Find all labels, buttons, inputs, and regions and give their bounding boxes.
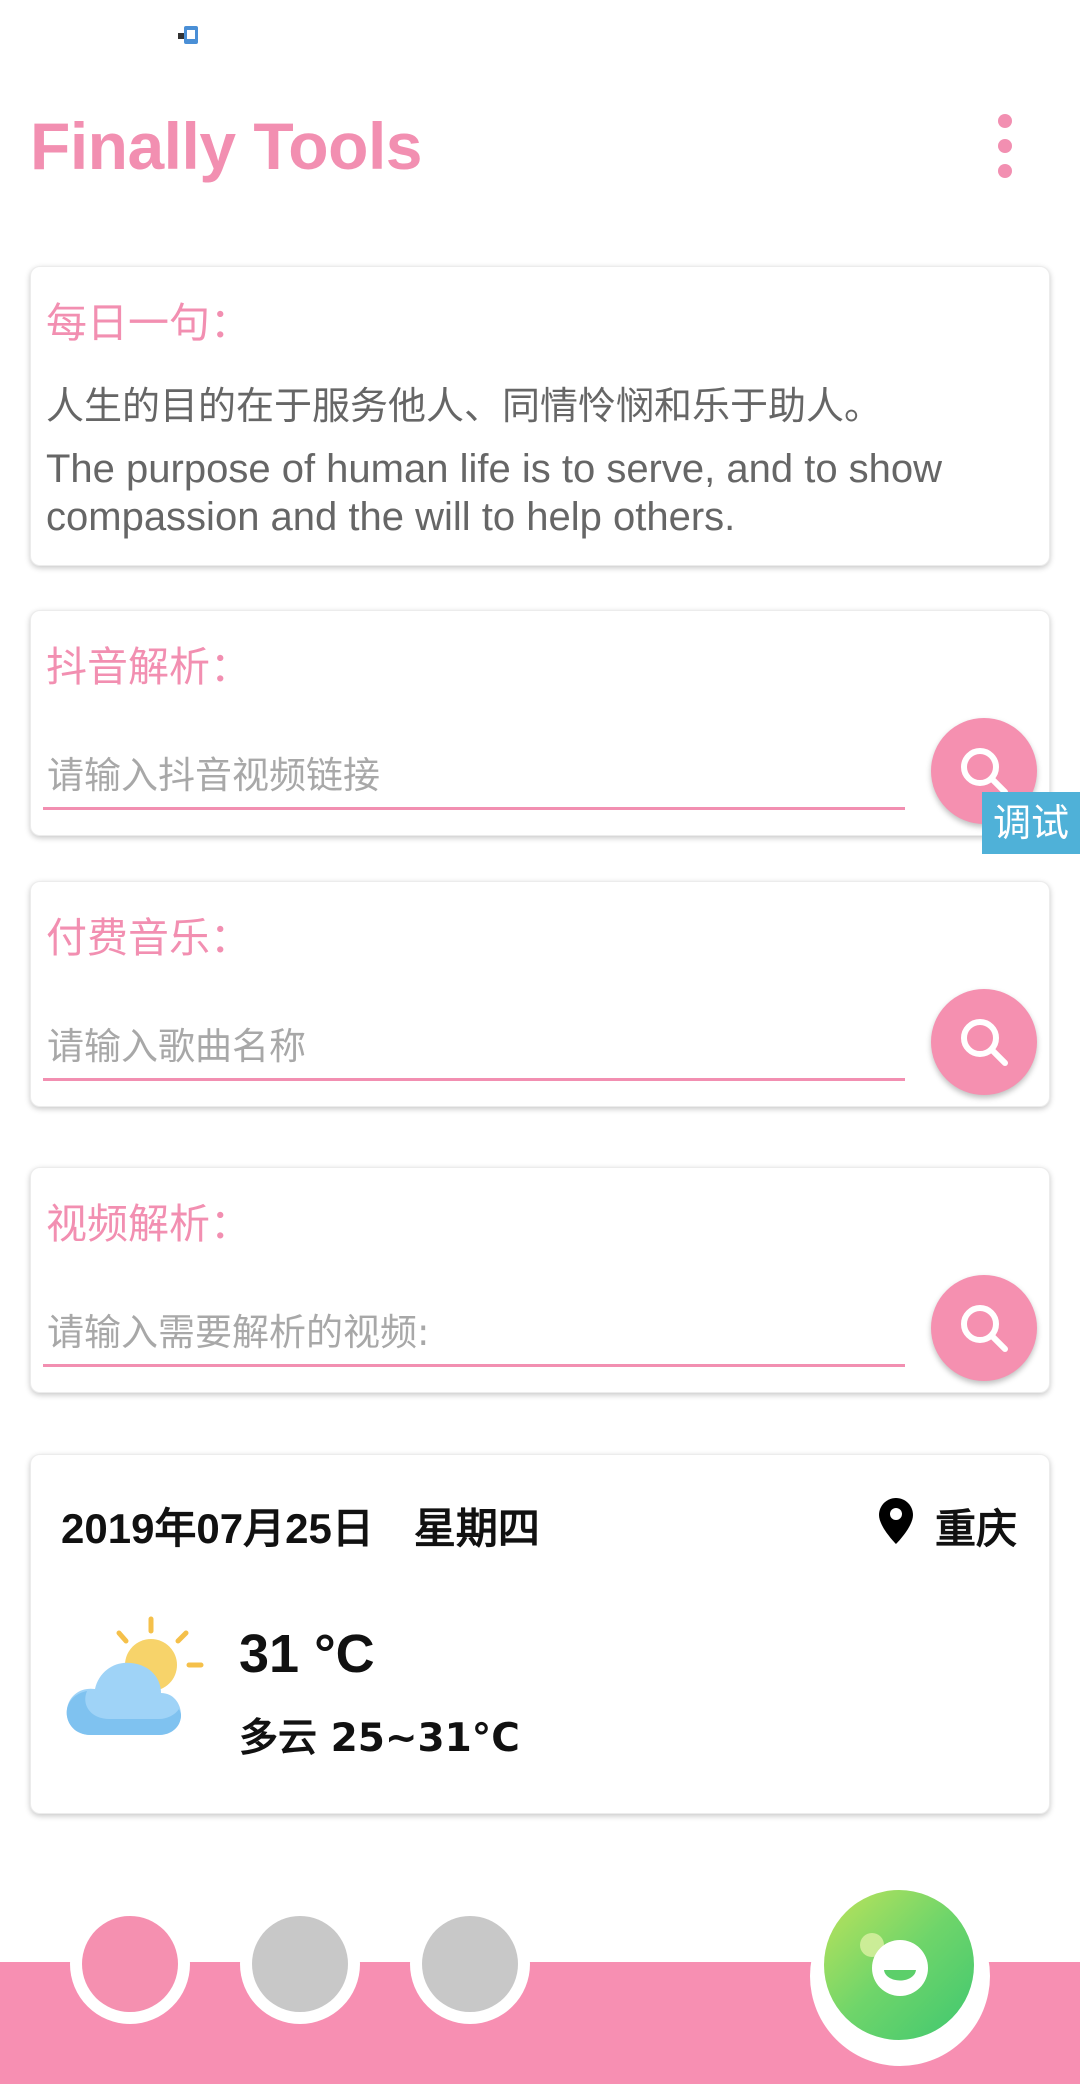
douyin-parse-card: 抖音解析： <box>30 610 1050 836</box>
weather-card: 2019年07月25日 星期四 重庆 31 °C 多云 25~31°C <box>30 1454 1050 1814</box>
smiley-icon <box>860 1933 928 1996</box>
weather-weekday: 星期四 <box>413 1505 540 1552</box>
paid-music-card: 付费音乐： <box>30 881 1050 1107</box>
debug-tag[interactable]: 调试 <box>982 792 1080 854</box>
partly-cloudy-icon <box>66 1616 204 1735</box>
fab-ring <box>810 1886 990 2066</box>
search-icon <box>961 1305 1008 1352</box>
weather-temperature: 31 °C <box>239 1624 375 1684</box>
douyin-url-input[interactable] <box>43 744 905 807</box>
search-icon <box>961 748 1008 795</box>
location-pin-icon <box>879 1498 913 1544</box>
song-name-input[interactable] <box>43 1015 905 1078</box>
nav-dot-3[interactable] <box>410 1904 530 2024</box>
nav-dot-1[interactable] <box>70 1904 190 2024</box>
video-url-input[interactable] <box>43 1301 905 1364</box>
menu-dot <box>998 164 1012 178</box>
daily-quote-label: 每日一句： <box>46 299 251 347</box>
music-search-button[interactable] <box>931 989 1037 1095</box>
douyin-label: 抖音解析： <box>46 643 251 691</box>
app-screen: Finally Tools 每日一句： 人生的目的在于服务他人、同情怜悯和乐于助… <box>0 0 1080 2084</box>
quote-english: The purpose of human life is to serve, a… <box>46 447 943 539</box>
weather-description: 多云 25~31°C <box>239 1716 520 1761</box>
search-icon <box>961 1019 1008 1066</box>
weather-date-row: 2019年07月25日 星期四 <box>61 1495 540 1556</box>
app-title: Finally Tools <box>30 109 422 183</box>
weather-city: 重庆 <box>935 1505 1017 1553</box>
video-parse-card: 视频解析： <box>30 1167 1050 1393</box>
video-search-button[interactable] <box>931 1275 1037 1381</box>
douyin-url-field <box>43 744 905 810</box>
nav-dot-2[interactable] <box>240 1904 360 2024</box>
video-label: 视频解析： <box>46 1200 251 1248</box>
status-bar <box>0 0 1080 72</box>
music-label: 付费音乐： <box>46 914 251 962</box>
song-name-field <box>43 1015 905 1081</box>
quote-chinese: 人生的目的在于服务他人、同情怜悯和乐于助人。 <box>46 384 883 428</box>
notification-icon <box>178 26 198 44</box>
daily-quote-card: 每日一句： 人生的目的在于服务他人、同情怜悯和乐于助人。 The purpose… <box>30 266 1050 566</box>
overflow-menu-button[interactable] <box>985 110 1025 182</box>
menu-dot <box>998 114 1012 128</box>
weather-date: 2019年07月25日 <box>61 1505 374 1552</box>
nav-dot-inactive <box>422 1916 518 2012</box>
video-url-field <box>43 1301 905 1367</box>
fab-button[interactable] <box>824 1890 974 2040</box>
menu-dot <box>998 139 1012 153</box>
nav-dot-active <box>82 1916 178 2012</box>
nav-dot-inactive <box>252 1916 348 2012</box>
